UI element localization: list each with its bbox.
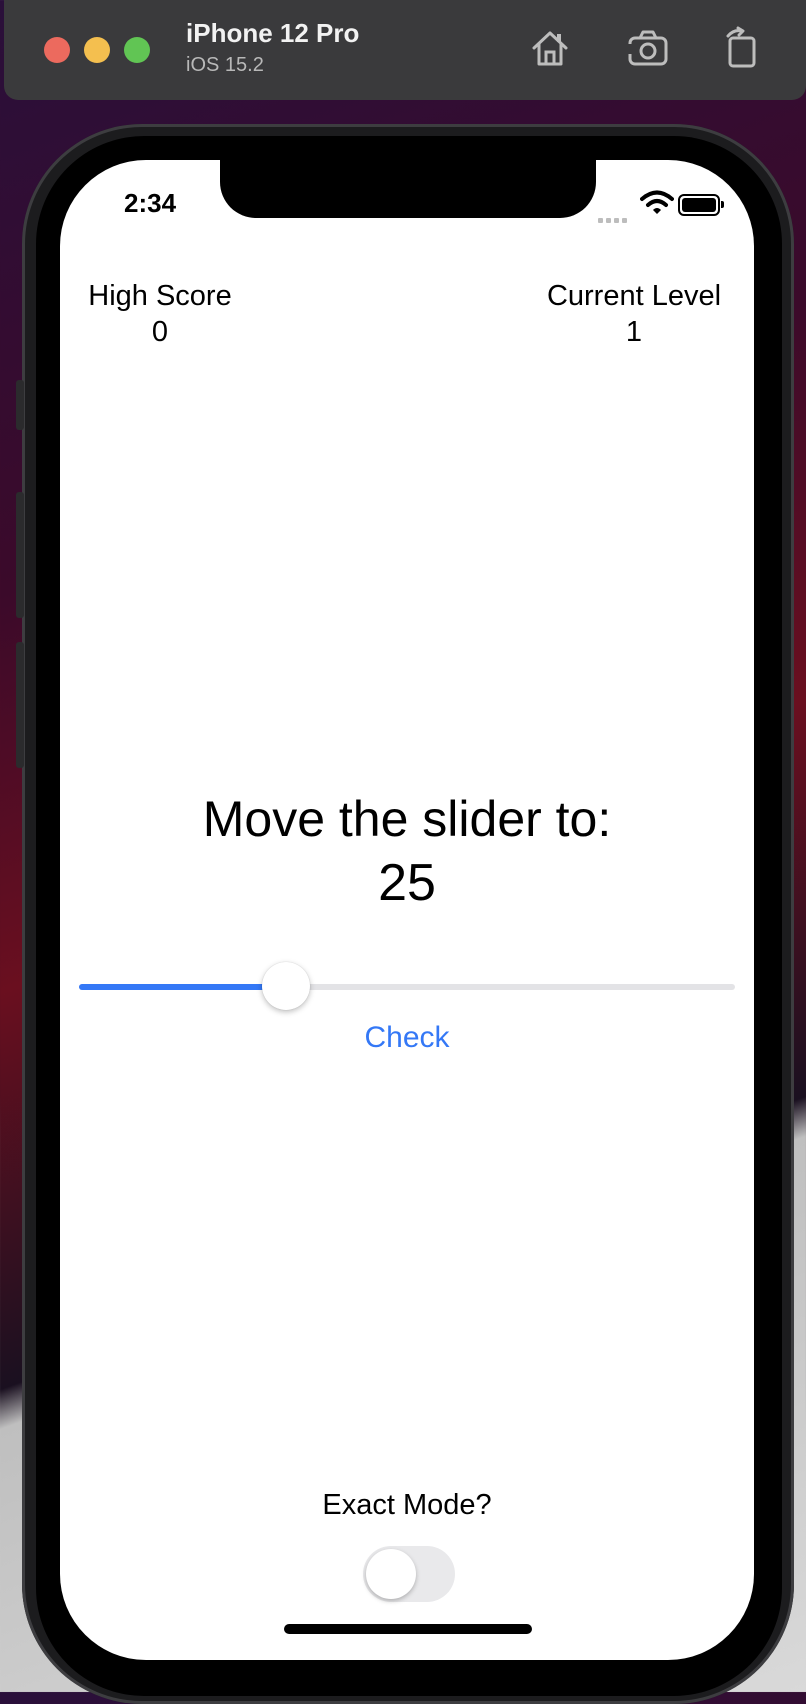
- status-time: 2:34: [124, 188, 177, 218]
- zoom-window-button[interactable]: [124, 37, 150, 63]
- current-level-value: 1: [625, 316, 643, 348]
- check-button[interactable]: Check: [317, 1012, 497, 1064]
- simulator-titlebar: iPhone 12 Pro iOS 15.2: [4, 0, 806, 100]
- cellular-signal-icon: [598, 210, 630, 228]
- battery-icon: [678, 194, 724, 216]
- exact-mode-toggle[interactable]: [363, 1546, 455, 1602]
- close-window-button[interactable]: [44, 37, 70, 63]
- high-score-value: 0: [151, 316, 169, 348]
- toggle-knob: [366, 1549, 416, 1599]
- slider-fill: [79, 984, 286, 990]
- wifi-icon: [640, 190, 674, 214]
- app-screen: 2:34 High Score 0 Current Level 1 Move t…: [60, 160, 754, 1660]
- home-icon[interactable]: [528, 26, 572, 70]
- screenshot-camera-icon[interactable]: [626, 26, 670, 70]
- current-level-label: Current Level: [546, 280, 722, 312]
- notch: [220, 160, 596, 218]
- rotate-icon[interactable]: [720, 26, 764, 70]
- minimize-window-button[interactable]: [84, 37, 110, 63]
- device-name: iPhone 12 Pro: [186, 18, 360, 48]
- slider-thumb[interactable]: [261, 962, 310, 1010]
- exact-mode-label: Exact Mode?: [322, 1489, 492, 1521]
- volume-down-button: [16, 642, 24, 768]
- slider-prompt: Move the slider to:: [202, 791, 612, 847]
- device-os-version: iOS 15.2: [186, 54, 264, 76]
- volume-up-button: [16, 492, 24, 618]
- current-level-block: Current Level 1: [534, 278, 734, 350]
- guess-slider[interactable]: [79, 960, 735, 1012]
- home-indicator: [284, 1624, 532, 1634]
- target-value: 25: [378, 854, 436, 912]
- silent-switch: [16, 380, 24, 430]
- high-score-label: High Score: [88, 280, 232, 312]
- high-score-block: High Score 0: [80, 278, 240, 350]
